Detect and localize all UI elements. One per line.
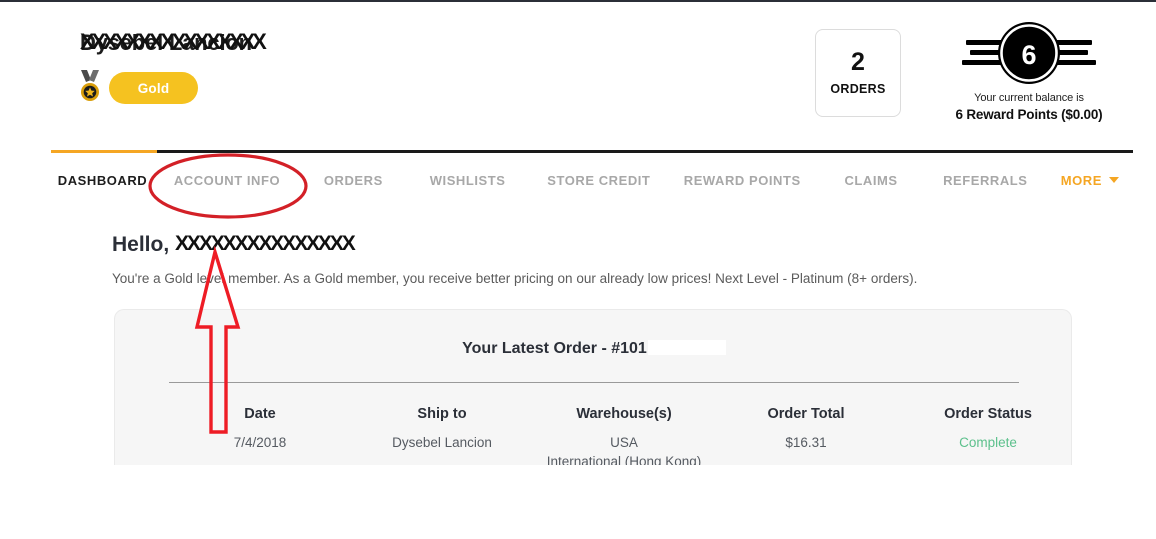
tab-claims[interactable]: CLAIMS xyxy=(815,173,927,188)
greeting-heading: Hello, xyxy=(112,233,170,256)
order-col-status: Order Status Complete xyxy=(897,406,1071,465)
tab-dashboard[interactable]: DASHBOARD xyxy=(51,173,154,188)
order-col-status-header: Order Status xyxy=(944,406,1032,422)
tab-claims-label: CLAIMS xyxy=(844,172,898,188)
tab-orders[interactable]: ORDERS xyxy=(300,173,407,188)
latest-order-divider xyxy=(169,382,1019,383)
latest-order-card: Your Latest Order - #101 Date 7/4/2018 S… xyxy=(114,309,1072,465)
order-number-redaction xyxy=(647,340,726,355)
nav-tab-list: DASHBOARD ACCOUNT INFO ORDERS WISHLISTS … xyxy=(51,153,1136,207)
orders-count-value: 2 xyxy=(851,48,865,76)
tab-account-info-label: ACCOUNT INFO xyxy=(173,172,281,188)
tab-referrals[interactable]: REFERRALS xyxy=(927,173,1044,188)
reward-balance-value: 6 Reward Points ($0.00) xyxy=(955,107,1103,122)
account-nav: DASHBOARD ACCOUNT INFO ORDERS WISHLISTS … xyxy=(0,150,1156,208)
order-col-date: Date 7/4/2018 xyxy=(169,406,351,465)
order-status-value: Complete xyxy=(959,435,1017,450)
tab-more-label: MORE xyxy=(1060,172,1102,188)
account-header: Dysebel Lancion XXXXXXXXXXXXXXXX Gold 2 … xyxy=(0,2,1156,150)
tab-wishlists[interactable]: WISHLISTS xyxy=(407,173,529,188)
membership-subtitle: You're a Gold level member. As a Gold me… xyxy=(112,271,918,286)
orders-count-box[interactable]: 2 ORDERS xyxy=(815,29,901,117)
membership-tier-badge[interactable]: Gold xyxy=(109,72,198,104)
order-col-total-header: Order Total xyxy=(767,406,845,422)
tab-wishlists-label: WISHLISTS xyxy=(429,172,506,188)
tab-more[interactable]: MORE xyxy=(1044,173,1136,188)
medal-icon xyxy=(78,70,102,102)
tab-reward-points-label: REWARD POINTS xyxy=(683,172,801,188)
order-warehouse-value-1: USA xyxy=(610,435,638,450)
tab-referrals-label: REFERRALS xyxy=(943,172,1028,188)
reward-balance-caption: Your current balance is xyxy=(974,92,1084,104)
order-date-value: 7/4/2018 xyxy=(233,435,287,450)
reward-points-summary[interactable]: 6 Your current balance is 6 Reward Point… xyxy=(940,16,1118,122)
order-col-total: Order Total $16.31 xyxy=(715,406,897,465)
latest-order-title: Your Latest Order - #101 xyxy=(115,340,1071,358)
order-col-ship-to: Ship to Dysebel Lancion xyxy=(351,406,533,465)
tab-reward-points[interactable]: REWARD POINTS xyxy=(669,173,815,188)
tab-store-credit[interactable]: STORE CREDIT xyxy=(528,173,669,188)
svg-text:6: 6 xyxy=(1021,40,1036,70)
order-col-warehouse: Warehouse(s) USA International (Hong Kon… xyxy=(533,406,715,465)
order-col-warehouse-header: Warehouse(s) xyxy=(576,406,672,422)
chevron-down-icon xyxy=(1108,177,1119,183)
tab-orders-label: ORDERS xyxy=(323,172,383,188)
tab-store-credit-label: STORE CREDIT xyxy=(547,172,651,188)
tab-dashboard-label: DASHBOARD xyxy=(57,172,148,188)
account-dashboard-page: Dysebel Lancion XXXXXXXXXXXXXXXX Gold 2 … xyxy=(0,0,1156,539)
tab-account-info[interactable]: ACCOUNT INFO xyxy=(154,173,300,188)
order-col-date-header: Date xyxy=(244,406,276,422)
account-name-redaction-overlay: XXXXXXXXXXXXXXXX xyxy=(80,29,267,54)
orders-count-label: ORDERS xyxy=(830,82,886,96)
latest-order-title-text: Your Latest Order - #101 xyxy=(462,340,647,357)
greeting-name-redaction: XXXXXXXXXXXXXXX xyxy=(175,232,356,255)
order-col-ship-to-header: Ship to xyxy=(417,406,467,422)
order-warehouse-value-2: International (Hong Kong) xyxy=(546,454,702,465)
latest-order-table: Date 7/4/2018 Ship to Dysebel Lancion Wa… xyxy=(169,406,1071,465)
order-total-value: $16.31 xyxy=(785,435,827,450)
order-ship-to-value: Dysebel Lancion xyxy=(392,435,492,450)
reward-wings-badge-icon: 6 xyxy=(940,16,1118,90)
